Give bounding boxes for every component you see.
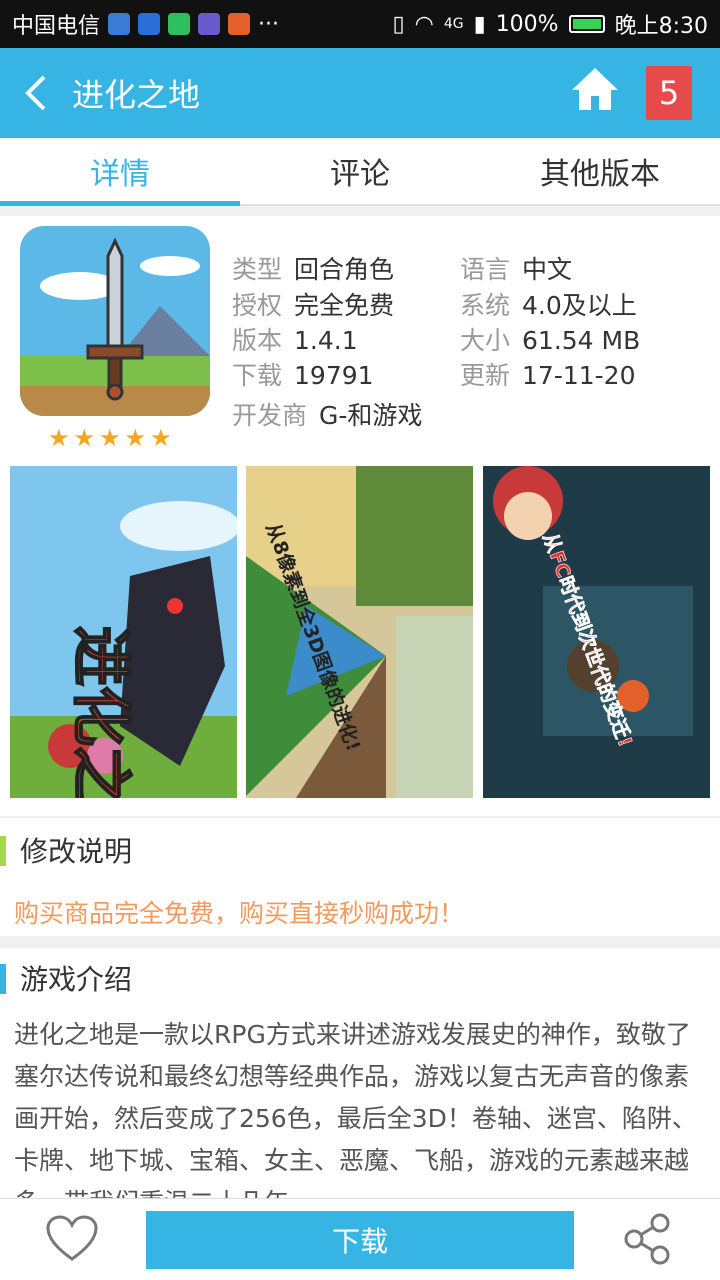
more-notifications-icon: ··· <box>258 11 279 37</box>
signal-icon: ▮ <box>473 11 486 37</box>
back-button[interactable] <box>0 48 70 138</box>
chevron-left-icon <box>25 75 46 111</box>
star-icon: ★ <box>48 424 70 452</box>
star-icon: ★ <box>150 424 172 452</box>
wifi-icon: ◠ <box>414 11 434 37</box>
tab-comments[interactable]: 评论 <box>240 138 480 204</box>
app-icon <box>20 226 210 416</box>
star-icon: ★ <box>73 424 96 452</box>
wechat-icon <box>168 13 191 35</box>
battery-icon <box>568 15 605 33</box>
field-type: 类型 回合角色 <box>232 255 395 284</box>
field-updated: 更新 17-11-20 <box>460 361 636 390</box>
field-size: 大小 61.54 MB <box>460 326 641 355</box>
field-version: 版本 1.4.1 <box>232 326 358 355</box>
field-license: 授权 完全免费 <box>232 291 395 320</box>
star-icon: ★ <box>99 424 121 452</box>
modification-section: 修改说明 购买商品完全免费，购买直接秒购成功！ <box>0 818 720 936</box>
download-button[interactable]: 下载 <box>146 1211 574 1269</box>
field-language: 语言 中文 <box>460 255 573 284</box>
vibrate-icon: ▯ <box>392 11 405 37</box>
media-app-icon <box>228 13 251 35</box>
modification-title: 修改说明 <box>0 820 720 880</box>
heart-icon <box>46 1215 98 1261</box>
intro-section: 游戏介绍 进化之地是一款以RPG方式来讲述游戏发展史的神作，致敬了塞尔达传说和最… <box>0 948 720 1198</box>
star-icon: ★ <box>124 424 147 452</box>
tab-other-versions[interactable]: 其他版本 <box>480 138 720 204</box>
video-app-icon <box>198 13 221 35</box>
screenshot-2[interactable]: 从8像素到全3D图像的进化! <box>246 466 473 798</box>
download-count-badge[interactable]: 5 <box>646 66 692 120</box>
share-icon <box>624 1213 670 1265</box>
battery-percent: 100% <box>495 11 559 37</box>
network-type: 4G <box>443 16 464 32</box>
screenshot-3[interactable]: 从FC时代到次世代的变迁! <box>483 466 710 798</box>
status-bar: 中国电信 ··· ▯ ◠ 4G ▮ 100% 晚上8:30 <box>0 0 720 48</box>
screenshot-1[interactable]: 进化之地 <box>10 466 237 798</box>
intro-title: 游戏介绍 <box>0 948 720 1008</box>
modification-text: 购买商品完全免费，购买直接秒购成功！ <box>14 899 465 928</box>
bottom-action-bar: 下载 <box>0 1198 720 1280</box>
share-button[interactable] <box>622 1213 672 1265</box>
notification-app-icon <box>108 13 131 35</box>
rating-stars: ★ ★ ★ ★ ★ <box>48 424 172 452</box>
home-button[interactable] <box>570 64 620 118</box>
intro-text: 进化之地是一款以RPG方式来讲述游戏发展史的神作，致敬了塞尔达传说和最终幻想等经… <box>14 1020 697 1198</box>
field-developer: 开发商 G-和游戏 <box>232 401 423 430</box>
field-downloads: 下载 19791 <box>232 361 374 390</box>
favorite-button[interactable] <box>46 1215 98 1263</box>
screenshot-1-title: 进化之地 <box>65 626 135 798</box>
app-info-panel: ★ ★ ★ ★ ★ 类型 回合角色 语言 中文 授权 完全免费 系统 4.0及以上 版本… <box>0 216 720 456</box>
tab-details[interactable]: 详情 <box>0 138 240 206</box>
screenshot-gallery: 进化之地 从8像素到全3D图像的进化! 从FC时代到次世代的变迁! <box>0 456 720 816</box>
home-icon <box>572 68 618 110</box>
clock: 晚上8:30 <box>614 14 708 39</box>
tab-bar: 详情 评论 其他版本 <box>0 138 720 206</box>
carrier-label: 中国电信 <box>12 14 101 39</box>
notification-download-icon <box>138 13 161 35</box>
field-system: 系统 4.0及以上 <box>460 291 637 320</box>
app-bar: 进化之地 5 <box>0 48 720 138</box>
page-title: 进化之地 <box>72 76 201 114</box>
